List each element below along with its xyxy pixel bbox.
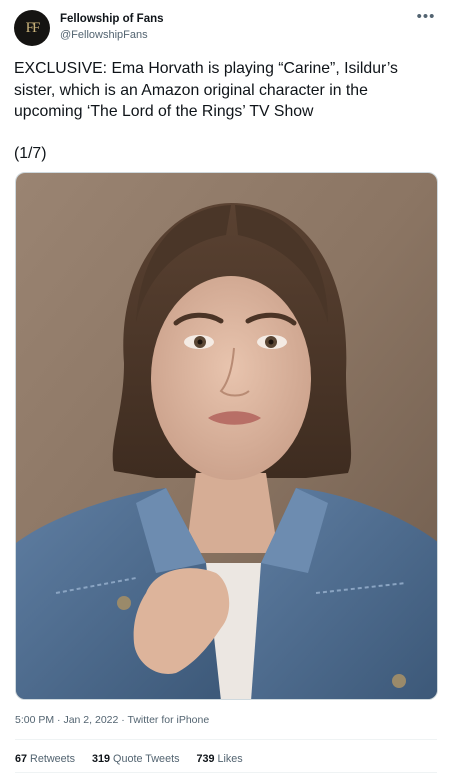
tweet: FF Fellowship of Fans @FellowshipFans ••…: [0, 0, 451, 777]
quotes-label: Quote Tweets: [113, 753, 180, 765]
retweets-stat[interactable]: 67 Retweets: [15, 752, 75, 766]
tweet-date[interactable]: Jan 2, 2022: [63, 714, 118, 726]
ellipsis-icon[interactable]: •••: [415, 9, 437, 28]
author-display-name[interactable]: Fellowship of Fans: [60, 12, 164, 27]
retweets-count: 67: [15, 753, 28, 765]
likes-label: Likes: [217, 753, 243, 765]
author-handle[interactable]: @FellowshipFans: [60, 28, 164, 43]
likes-stat[interactable]: 739 Likes: [196, 752, 242, 766]
tweet-source[interactable]: Twitter for iPhone: [128, 714, 210, 726]
tweet-header: FF Fellowship of Fans @FellowshipFans ••…: [14, 9, 439, 50]
quote-tweets-stat[interactable]: 319 Quote Tweets: [92, 752, 179, 766]
divider: [15, 739, 437, 740]
portrait-photo: [16, 173, 437, 699]
tweet-photo[interactable]: [15, 172, 438, 700]
meta-separator: ·: [118, 714, 128, 726]
tweet-time[interactable]: 5:00 PM: [15, 714, 54, 726]
avatar[interactable]: FF: [14, 10, 50, 46]
quotes-count: 319: [92, 753, 111, 765]
thread-count: (1/7): [14, 145, 47, 162]
fellowship-logo: FF: [25, 20, 41, 36]
author-names: Fellowship of Fans @FellowshipFans: [60, 12, 164, 43]
retweets-label: Retweets: [30, 753, 76, 765]
tweet-stats: 67 Retweets 319 Quote Tweets 739 Likes: [15, 752, 257, 766]
tweet-meta: 5:00 PM · Jan 2, 2022 · Twitter for iPho…: [15, 713, 209, 727]
tweet-text: EXCLUSIVE: Ema Horvath is playing “Carin…: [14, 60, 398, 120]
divider: [15, 772, 437, 773]
likes-count: 739: [196, 753, 215, 765]
